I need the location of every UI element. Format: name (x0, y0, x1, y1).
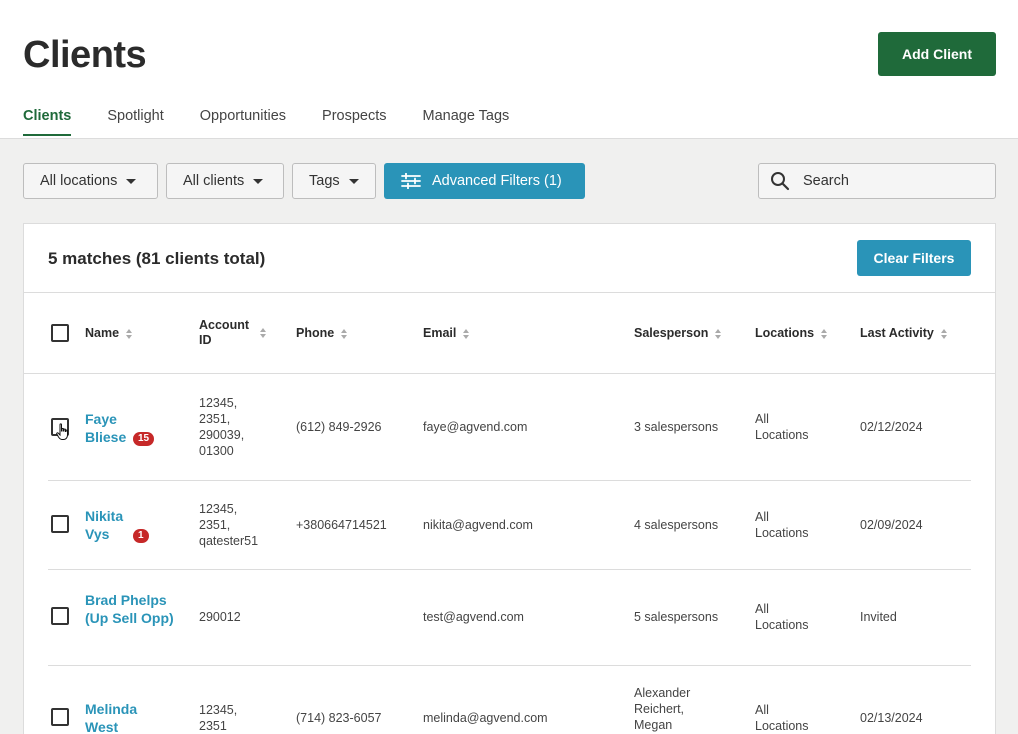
locations: All Locations (755, 703, 809, 733)
last-activity: 02/12/2024 (860, 420, 923, 434)
phone: +380664714521 (296, 518, 387, 532)
row-checkbox[interactable] (51, 515, 69, 533)
search-input[interactable] (803, 173, 983, 189)
caret-down-icon (126, 178, 137, 184)
sort-icon (260, 328, 266, 338)
caret-down-icon (253, 178, 264, 184)
sort-icon (463, 328, 470, 339)
advanced-filters-button[interactable]: Advanced Filters (1) (384, 163, 585, 199)
tab-clients[interactable]: Clients (23, 108, 72, 136)
column-header-last-activity[interactable]: Last Activity (860, 326, 947, 341)
notification-badge: 1 (133, 529, 149, 543)
tags-dropdown[interactable]: Tags (292, 163, 376, 199)
sliders-icon (401, 173, 421, 189)
filter-bar: All locations All clients Tags Advanced … (23, 163, 585, 199)
advanced-filters-label: Advanced Filters (1) (432, 173, 562, 189)
search-box[interactable] (758, 163, 996, 199)
column-header-salesperson[interactable]: Salesperson (634, 326, 722, 341)
row-checkbox[interactable] (51, 607, 69, 625)
row-checkbox[interactable] (51, 708, 69, 726)
locations-dropdown-label: All locations (40, 173, 118, 189)
column-header-label: Locations (755, 326, 815, 340)
table-row[interactable]: Faye Bliese 15 12345, 2351, 290039, 01300… (48, 375, 971, 481)
client-name: Faye Bliese (85, 411, 127, 445)
sort-icon (940, 328, 947, 339)
account-id: 12345, 2351 (199, 703, 238, 733)
tab-opportunities[interactable]: Opportunities (200, 108, 286, 135)
page-title: Clients (23, 34, 147, 76)
account-id: 12345, 2351, 290039, 01300 (199, 396, 245, 458)
column-header-label: Account ID (199, 318, 249, 347)
column-header-locations[interactable]: Locations (755, 326, 828, 341)
salesperson: 3 salespersons (634, 420, 719, 434)
row-checkbox[interactable] (51, 418, 69, 436)
notification-badge: 15 (133, 432, 155, 446)
client-name-link[interactable]: Brad Phelps (Up Sell Opp) (85, 591, 175, 627)
match-count: 5 matches (81 clients total) (48, 249, 266, 268)
column-header-label: Phone (296, 326, 335, 340)
account-id: 12345, 2351, qatester51 (199, 502, 259, 548)
email: nikita@agvend.com (423, 518, 533, 532)
sort-icon (341, 328, 348, 339)
client-name: Nikita Vys (85, 508, 124, 542)
last-activity: 02/13/2024 (860, 711, 923, 725)
tab-bar: Clients Spotlight Opportunities Prospect… (23, 108, 545, 136)
sort-icon (126, 328, 133, 339)
table-row[interactable]: Brad Phelps (Up Sell Opp) 290012 test@ag… (48, 570, 971, 666)
tab-manage-tags[interactable]: Manage Tags (423, 108, 510, 135)
tab-spotlight[interactable]: Spotlight (107, 108, 163, 135)
page-header: Clients Add Client Clients Spotlight Opp… (0, 0, 1018, 139)
last-activity: 02/09/2024 (860, 518, 923, 532)
account-id: 290012 (199, 610, 241, 624)
locations-dropdown[interactable]: All locations (23, 163, 158, 199)
sort-icon (715, 328, 722, 339)
caret-down-icon (348, 178, 359, 184)
client-name-link[interactable]: Melinda West (85, 700, 155, 734)
tags-dropdown-label: Tags (309, 173, 340, 189)
salesperson: Alexander Reichert, Megan (634, 686, 691, 732)
sort-icon (821, 328, 828, 339)
locations: All Locations (755, 510, 809, 540)
column-header-label: Name (85, 326, 120, 340)
clear-filters-button[interactable]: Clear Filters (857, 240, 971, 276)
column-header-label: Salesperson (634, 326, 709, 340)
select-all-checkbox[interactable] (51, 324, 69, 342)
salesperson: 4 salespersons (634, 518, 719, 532)
column-header-email[interactable]: Email (423, 326, 470, 341)
salesperson: 5 salespersons (634, 610, 719, 624)
client-name-link[interactable]: Nikita Vys 1 (85, 507, 175, 543)
email: faye@agvend.com (423, 420, 528, 434)
clients-dropdown[interactable]: All clients (166, 163, 284, 199)
phone: (714) 823-6057 (296, 711, 382, 725)
column-header-account-id[interactable]: Account ID (199, 318, 266, 348)
locations: All Locations (755, 412, 809, 442)
email: melinda@agvend.com (423, 711, 548, 725)
tab-prospects[interactable]: Prospects (322, 108, 386, 135)
column-header-name[interactable]: Name (85, 326, 133, 341)
table-row[interactable]: Melinda West 12345, 2351 (714) 823-6057 … (48, 666, 971, 734)
column-header-phone[interactable]: Phone (296, 326, 348, 341)
phone: (612) 849-2926 (296, 420, 382, 434)
column-header-label: Email (423, 326, 457, 340)
email: test@agvend.com (423, 610, 524, 624)
client-name-link[interactable]: Faye Bliese 15 (85, 410, 175, 446)
clients-card: 5 matches (81 clients total) Clear Filte… (23, 223, 996, 734)
table-header: Name Account ID Phone Email Salesperson … (24, 293, 995, 374)
last-activity: Invited (860, 610, 897, 624)
locations: All Locations (755, 602, 809, 632)
table-row[interactable]: Nikita Vys 1 12345, 2351, qatester51 +380… (48, 481, 971, 570)
search-icon (771, 172, 790, 191)
add-client-button[interactable]: Add Client (878, 32, 996, 76)
column-header-label: Last Activity (860, 326, 934, 340)
clients-dropdown-label: All clients (183, 173, 245, 189)
